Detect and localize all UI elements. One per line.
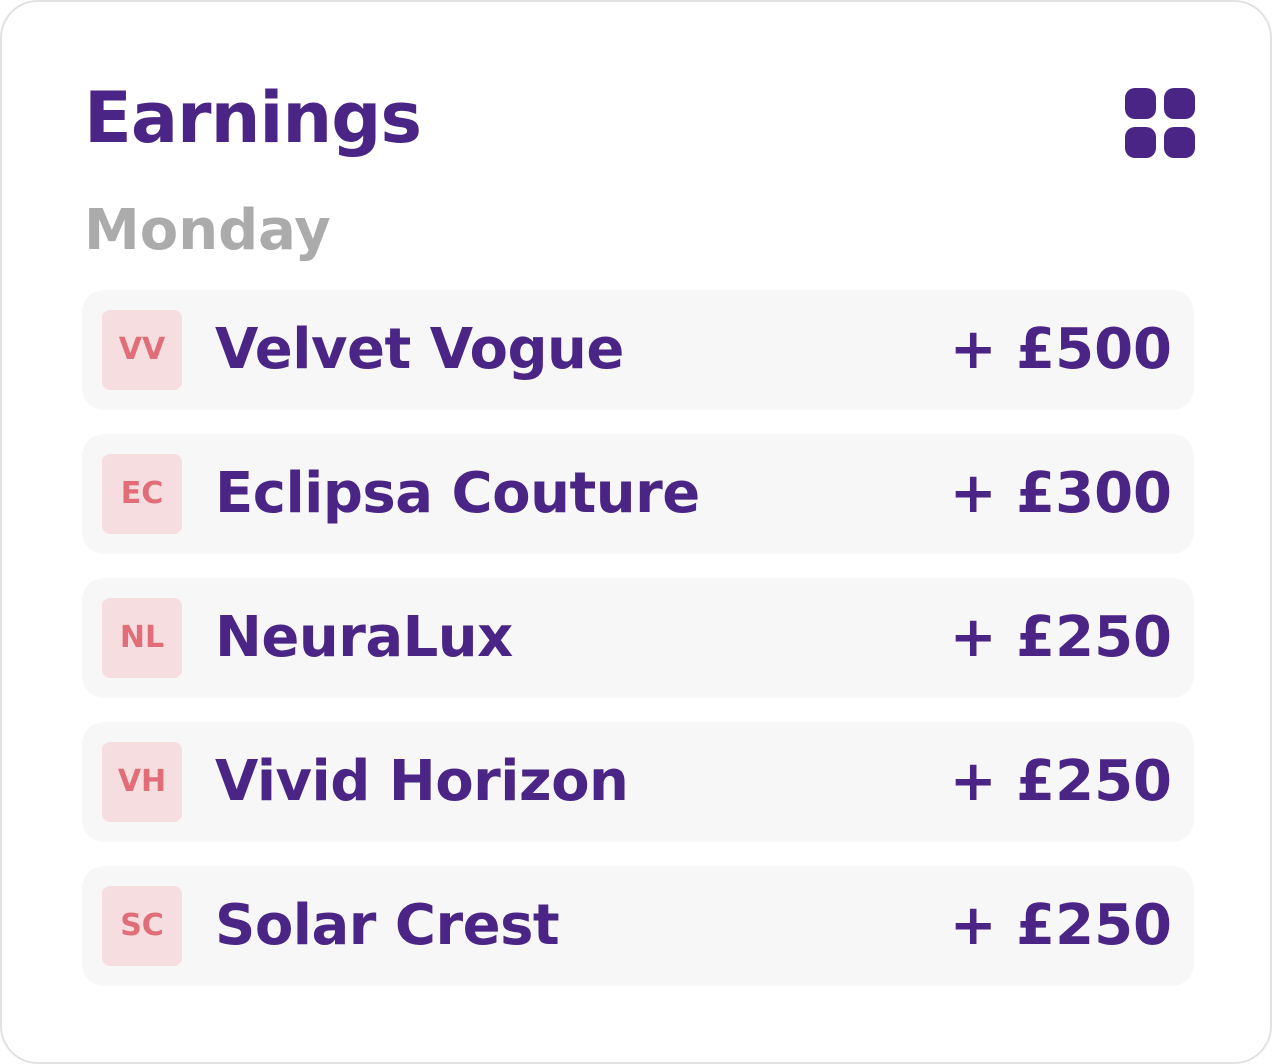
- list-item[interactable]: EC Eclipsa Couture + £300: [82, 434, 1194, 554]
- initials-badge: VV: [102, 310, 182, 390]
- grid-icon-cell: [1164, 88, 1195, 119]
- grid-icon-cell: [1125, 127, 1156, 158]
- list-item[interactable]: VH Vivid Horizon + £250: [82, 722, 1194, 842]
- list-item[interactable]: VV Velvet Vogue + £500: [82, 290, 1194, 410]
- initials-badge: SC: [102, 886, 182, 966]
- list-item[interactable]: NL NeuraLux + £250: [82, 578, 1194, 698]
- initials-badge: NL: [102, 598, 182, 678]
- earning-amount: + £250: [949, 893, 1172, 958]
- initials-badge: VH: [102, 742, 182, 822]
- grid-icon-cell: [1164, 127, 1195, 158]
- client-name: Solar Crest: [215, 893, 560, 958]
- client-name: NeuraLux: [215, 605, 513, 670]
- client-name: Eclipsa Couture: [215, 461, 700, 526]
- earning-amount: + £250: [949, 605, 1172, 670]
- list-item[interactable]: SC Solar Crest + £250: [82, 866, 1194, 986]
- client-name: Velvet Vogue: [215, 317, 624, 382]
- client-name: Vivid Horizon: [215, 749, 629, 814]
- page-title: Earnings: [84, 77, 422, 159]
- earnings-card: Earnings Monday VV Velvet Vogue + £500 E…: [0, 0, 1272, 1064]
- grid-icon: [1125, 88, 1156, 119]
- day-label: Monday: [84, 198, 331, 263]
- earning-amount: + £500: [949, 317, 1172, 382]
- grid-menu-button[interactable]: [1125, 88, 1195, 158]
- earning-amount: + £250: [949, 749, 1172, 814]
- earning-amount: + £300: [949, 461, 1172, 526]
- earnings-list: VV Velvet Vogue + £500 EC Eclipsa Coutur…: [82, 290, 1194, 1010]
- initials-badge: EC: [102, 454, 182, 534]
